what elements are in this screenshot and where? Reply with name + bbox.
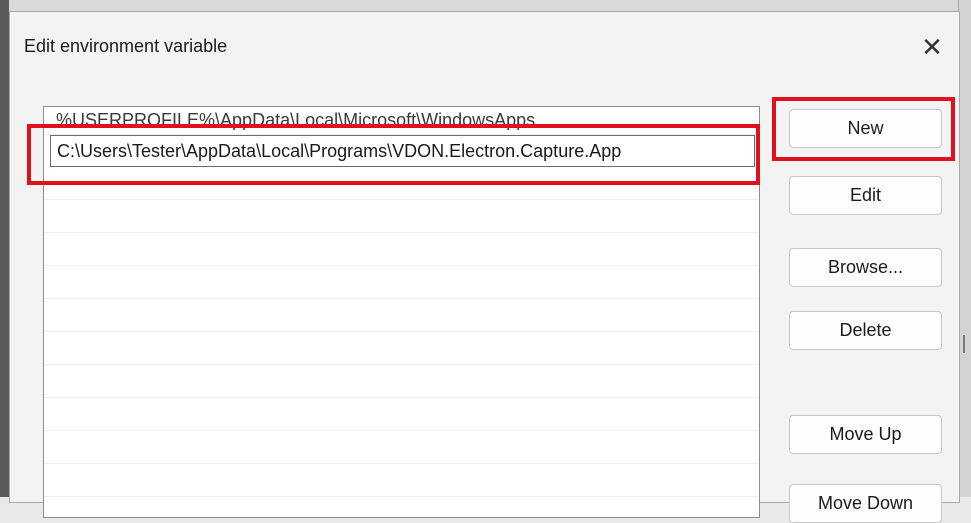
edit-button[interactable]: Edit [789,176,942,215]
list-item-edit-field[interactable]: C:\Users\Tester\AppData\Local\Programs\V… [50,135,755,167]
list-item-empty[interactable] [44,398,759,431]
list-item[interactable]: %USERPROFILE%\AppData\Local\Microsoft\Wi… [44,107,759,135]
list-item-empty[interactable] [44,332,759,365]
list-item-empty[interactable] [44,431,759,464]
new-button[interactable]: New [789,109,942,148]
browse-button[interactable]: Browse... [789,248,942,287]
edit-environment-variable-dialog: Edit environment variable ✕ %USERPROFILE… [9,11,960,523]
path-list[interactable]: %USERPROFILE%\AppData\Local\Microsoft\Wi… [43,106,760,518]
close-icon[interactable]: ✕ [915,30,949,64]
list-item-empty[interactable] [44,266,759,299]
list-item-empty[interactable] [44,464,759,497]
background-window-edge [963,335,965,353]
delete-button[interactable]: Delete [789,311,942,350]
move-down-button[interactable]: Move Down [789,484,942,523]
move-up-button[interactable]: Move Up [789,415,942,454]
dialog-title: Edit environment variable [24,36,228,56]
list-item-empty[interactable] [44,167,759,200]
list-item-empty[interactable] [44,233,759,266]
list-item-empty[interactable] [44,299,759,332]
list-item-empty[interactable] [44,365,759,398]
background-window-left [0,0,9,497]
list-item-empty[interactable] [44,200,759,233]
